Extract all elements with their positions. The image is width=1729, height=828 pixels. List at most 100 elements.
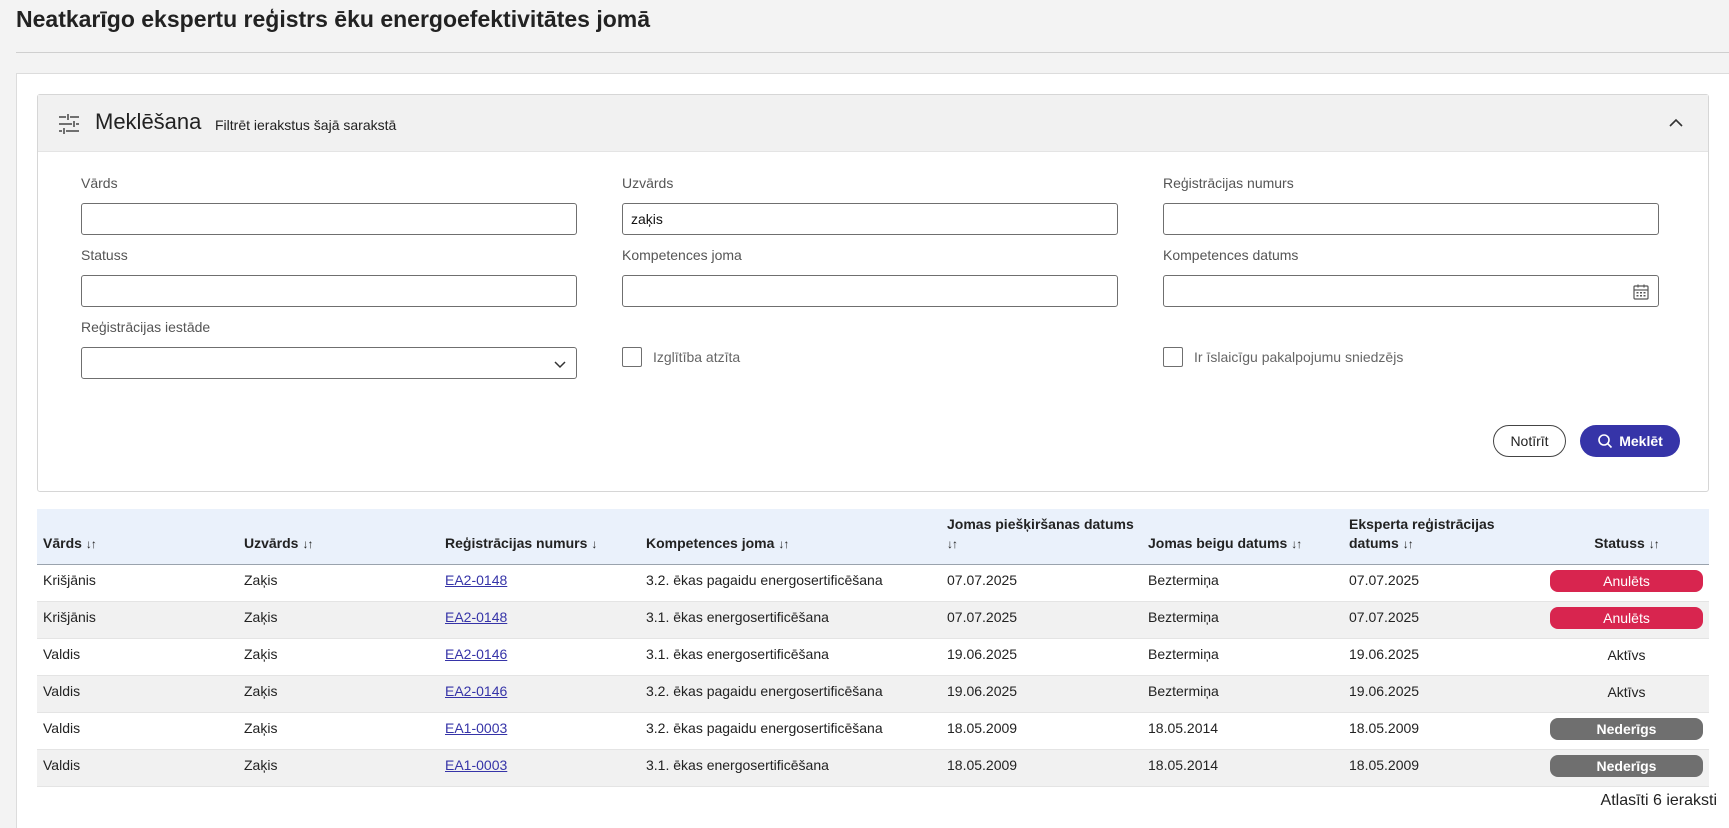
cell-expert-reg-date: 19.06.2025: [1349, 682, 1420, 699]
table-row: Krišjānis Zaķis EA2-0148 3.2. ēkas pagaidu …: [37, 564, 1709, 601]
title-divider: [16, 52, 1729, 53]
cell-end-date: Beztermiņa: [1148, 608, 1219, 625]
cell-assign-date: 19.06.2025: [947, 682, 1018, 699]
table-row: Valdis Zaķis EA2-0146 3.2. ēkas pagaidu ene…: [37, 675, 1709, 712]
header-end-date[interactable]: Jomas beigu datums ↓↑: [1142, 509, 1343, 565]
table-row: Krišjānis Zaķis EA2-0148 3.1. ēkas energose…: [37, 601, 1709, 638]
cell-assign-date: 18.05.2009: [947, 756, 1018, 773]
search-button-label: Meklēt: [1619, 433, 1663, 449]
status-input[interactable]: [81, 275, 577, 307]
cell-end-date: Beztermiņa: [1148, 571, 1219, 588]
status-badge: Anulēts: [1550, 569, 1703, 592]
cell-reg-number: EA1-0003: [439, 712, 640, 749]
competence-date-input[interactable]: [1163, 275, 1659, 307]
cell-assign-date: 07.07.2025: [947, 608, 1018, 625]
search-panel-header[interactable]: Meklēšana Filtrēt ierakstus šajā sarakst…: [38, 95, 1708, 152]
competence-date-label: Kompetences datums: [1163, 247, 1299, 263]
cell-last-name: Zaķis: [244, 682, 278, 699]
page-title: Neatkarīgo ekspertu reģistrs ēku energoe…: [16, 6, 651, 32]
sort-icon[interactable]: ↓↑: [1649, 537, 1660, 551]
cell-expert-reg-date: 18.05.2009: [1349, 756, 1420, 773]
reg-number-link[interactable]: EA2-0146: [445, 646, 507, 662]
first-name-input[interactable]: [81, 203, 577, 235]
reg-number-link[interactable]: EA2-0148: [445, 572, 507, 588]
cell-last-name: Zaķis: [244, 719, 278, 736]
cell-last-name: Zaķis: [244, 571, 278, 588]
cell-competence-area: 3.1. ēkas energosertificēšana: [646, 608, 829, 625]
reg-number-link[interactable]: EA2-0148: [445, 609, 507, 625]
sort-icon[interactable]: ↓↑: [778, 537, 789, 551]
cell-last-name: Zaķis: [244, 645, 278, 662]
sort-icon[interactable]: ↓↑: [302, 537, 313, 551]
cell-expert-reg-date: 19.06.2025: [1349, 645, 1420, 662]
sort-icon[interactable]: ↓↑: [1291, 537, 1302, 551]
header-expert-reg-date[interactable]: Eksperta reģistrācijas datums ↓↑: [1343, 509, 1544, 565]
sort-icon[interactable]: ↓↑: [1403, 537, 1414, 551]
chevron-down-icon: [554, 361, 566, 369]
education-recognized-label: Izglītība atzīta: [653, 349, 741, 365]
header-first-name[interactable]: Vārds ↓↑: [37, 509, 238, 565]
chevron-up-icon[interactable]: [1664, 111, 1688, 135]
cell-expert-reg-date: 07.07.2025: [1349, 608, 1420, 625]
cell-status: Nederīgs: [1544, 712, 1709, 749]
cell-first-name: Krišjānis: [43, 608, 96, 625]
cell-reg-number: EA1-0003: [439, 749, 640, 786]
cell-status: Anulēts: [1544, 564, 1709, 601]
status-badge: Nederīgs: [1550, 754, 1703, 777]
reg-number-link[interactable]: EA1-0003: [445, 757, 507, 773]
cell-competence-area: 3.1. ēkas energosertificēšana: [646, 645, 829, 662]
calendar-icon[interactable]: [1632, 283, 1650, 301]
table-row: Valdis Zaķis EA1-0003 3.2. ēkas pagaidu ene…: [37, 712, 1709, 749]
cell-first-name: Krišjānis: [43, 571, 96, 588]
header-reg-number[interactable]: Reģistrācijas numurs ↓: [439, 509, 640, 565]
cell-status: Aktīvs: [1544, 638, 1709, 675]
sliders-icon: [59, 114, 79, 134]
sort-icon[interactable]: ↓↑: [947, 537, 958, 551]
header-last-name[interactable]: Uzvārds ↓↑: [238, 509, 439, 565]
reg-number-label: Reģistrācijas numurs: [1163, 175, 1294, 191]
cell-competence-area: 3.2. ēkas pagaidu energosertificēšana: [646, 719, 883, 736]
cell-first-name: Valdis: [43, 756, 81, 773]
header-assign-date[interactable]: Jomas piešķiršanas datums ↓↑: [941, 509, 1142, 565]
temporary-provider-label: Ir īslaicīgu pakalpojumu sniedzējs: [1194, 349, 1404, 365]
cell-first-name: Valdis: [43, 719, 81, 736]
cell-competence-area: 3.2. ēkas pagaidu energosertificēšana: [646, 682, 883, 699]
reg-number-link[interactable]: EA1-0003: [445, 720, 507, 736]
cell-reg-number: EA2-0146: [439, 638, 640, 675]
cell-reg-number: EA2-0148: [439, 564, 640, 601]
search-button[interactable]: Meklēt: [1580, 425, 1680, 457]
clear-button[interactable]: Notīrīt: [1493, 425, 1566, 457]
cell-assign-date: 19.06.2025: [947, 645, 1018, 662]
competence-area-input[interactable]: [622, 275, 1118, 307]
cell-competence-area: 3.1. ēkas energosertificēšana: [646, 756, 829, 773]
temporary-provider-checkbox[interactable]: [1163, 347, 1183, 367]
cell-expert-reg-date: 18.05.2009: [1349, 719, 1420, 736]
search-icon: [1598, 434, 1613, 449]
reg-number-link[interactable]: EA2-0146: [445, 683, 507, 699]
last-name-input[interactable]: [622, 203, 1118, 235]
reg-institution-select[interactable]: [81, 347, 577, 379]
header-competence-area[interactable]: Kompetences joma ↓↑: [640, 509, 941, 565]
cell-end-date: 18.05.2014: [1148, 756, 1219, 773]
search-panel-title: Meklēšana: [95, 109, 202, 134]
cell-end-date: 18.05.2014: [1148, 719, 1219, 736]
table-body: Krišjānis Zaķis EA2-0148 3.2. ēkas pagaidu …: [37, 564, 1709, 786]
reg-number-input[interactable]: [1163, 203, 1659, 235]
cell-reg-number: EA2-0146: [439, 675, 640, 712]
status-badge: Anulēts: [1550, 606, 1703, 629]
sort-icon[interactable]: ↓↑: [86, 537, 97, 551]
cell-status: Nederīgs: [1544, 749, 1709, 786]
education-recognized-checkbox[interactable]: [622, 347, 642, 367]
cell-reg-number: EA2-0148: [439, 601, 640, 638]
cell-first-name: Valdis: [43, 645, 81, 662]
cell-expert-reg-date: 07.07.2025: [1349, 571, 1420, 588]
status-badge: Aktīvs: [1607, 683, 1646, 700]
status-badge: Aktīvs: [1607, 646, 1646, 663]
cell-first-name: Valdis: [43, 682, 81, 699]
sort-icon[interactable]: ↓: [591, 537, 597, 551]
header-status[interactable]: Statuss ↓↑: [1544, 509, 1709, 565]
main-card: Meklēšana Filtrēt ierakstus šajā sarakst…: [16, 73, 1729, 828]
cell-status: Anulēts: [1544, 601, 1709, 638]
competence-area-label: Kompetences joma: [622, 247, 742, 263]
status-label: Statuss: [81, 247, 128, 263]
